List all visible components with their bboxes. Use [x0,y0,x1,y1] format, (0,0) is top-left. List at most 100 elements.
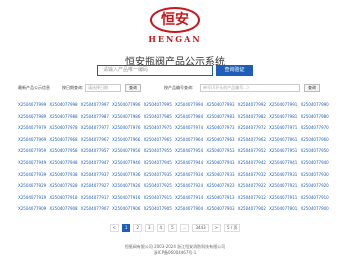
product-code-link[interactable]: X2504077936 [112,169,143,181]
product-code-link[interactable]: X2504077953 [206,145,237,157]
product-code-link[interactable]: X2504077990 [301,99,332,111]
product-code-link[interactable]: X2504077969 [18,134,49,146]
product-code-link[interactable]: X2504077957 [81,145,112,157]
product-code-link[interactable]: X2504077933 [206,169,237,181]
product-code-link[interactable]: X2504077946 [112,157,143,169]
product-code-link[interactable]: X2504077909 [18,203,49,215]
product-code-link[interactable]: X2504077915 [144,192,175,204]
product-code-link[interactable]: X2504077971 [269,122,300,134]
product-code-link[interactable]: X2504077949 [18,157,49,169]
product-code-link[interactable]: X2504077966 [112,134,143,146]
product-code-link[interactable]: X2504077908 [49,203,80,215]
product-code-link[interactable]: X2504077992 [238,99,269,111]
prev-page-button[interactable]: < [109,224,119,232]
product-code-link[interactable]: X2504077932 [238,169,269,181]
page-button[interactable]: 1 [121,224,131,232]
product-code-link[interactable]: X2504077926 [112,180,143,192]
product-code-link[interactable]: X2504077979 [18,122,49,134]
product-code-link[interactable]: X2504077921 [269,180,300,192]
product-code-link[interactable]: X2504077981 [269,111,300,123]
product-code-link[interactable]: X2504077943 [206,157,237,169]
product-code-link[interactable]: X2504077982 [238,111,269,123]
product-code-link[interactable]: X2504077994 [175,99,206,111]
product-code-link[interactable]: X2504077975 [144,122,175,134]
product-code-link[interactable]: X2504077914 [175,192,206,204]
product-code-link[interactable]: X2504077910 [301,192,332,204]
next-page-button[interactable]: > [211,224,222,232]
date-query-button[interactable]: 查询 [125,84,141,92]
product-code-link[interactable]: X2504077907 [81,203,112,215]
product-code-link[interactable]: X2504077923 [206,180,237,192]
page-button[interactable]: 3 [145,224,154,232]
product-code-link[interactable]: X2504077987 [81,111,112,123]
page-button[interactable]: 2 [133,224,142,232]
product-code-link[interactable]: X2504077961 [269,134,300,146]
product-code-link[interactable]: X2504077967 [81,134,112,146]
product-code-link[interactable]: X2504077911 [269,192,300,204]
product-code-link[interactable]: X2504077952 [238,145,269,157]
product-code-link[interactable]: X2504077903 [206,203,237,215]
product-code-link[interactable]: X2504077956 [112,145,143,157]
product-code-link[interactable]: X2504077995 [144,99,175,111]
product-code-link[interactable]: X2504077964 [175,134,206,146]
product-code-link[interactable]: X2504077985 [144,111,175,123]
product-code-link[interactable]: X2504077928 [49,180,80,192]
product-code-link[interactable]: X2504077991 [269,99,300,111]
product-code-link[interactable]: X2504077937 [81,169,112,181]
product-code-link[interactable]: X2504077918 [49,192,80,204]
product-code-link[interactable]: X2504077963 [206,134,237,146]
page-button[interactable]: 4 [156,224,166,232]
product-code-link[interactable]: X2504077941 [269,157,300,169]
number-input[interactable]: 单号(X开头的产品编号...) [200,84,300,92]
product-code-link[interactable]: X2504077939 [18,169,49,181]
product-code-link[interactable]: X2504077912 [238,192,269,204]
page-size-select[interactable]: 5 / 页 [224,224,241,232]
product-code-link[interactable]: X2504077958 [49,145,80,157]
product-code-link[interactable]: X2504077900 [301,203,332,215]
product-code-link[interactable]: X2504077947 [81,157,112,169]
product-code-link[interactable]: X2504077935 [144,169,175,181]
product-code-link[interactable]: X2504077938 [49,169,80,181]
product-code-link[interactable]: X2504077913 [206,192,237,204]
product-code-link[interactable]: X2504077998 [49,99,80,111]
product-code-link[interactable]: X2504077930 [301,169,332,181]
product-code-link[interactable]: X2504077980 [301,111,332,123]
product-code-link[interactable]: X2504077944 [175,157,206,169]
product-code-link[interactable]: X2504077997 [81,99,112,111]
product-code-link[interactable]: X2504077925 [144,180,175,192]
product-code-link[interactable]: X2504077965 [144,134,175,146]
product-code-link[interactable]: X2504077905 [144,203,175,215]
product-code-link[interactable]: X2504077934 [175,169,206,181]
product-code-link[interactable]: X2504077927 [81,180,112,192]
product-code-link[interactable]: X2504077955 [144,145,175,157]
product-code-link[interactable]: X2504077993 [206,99,237,111]
product-code-link[interactable]: X2504077931 [269,169,300,181]
product-code-link[interactable]: X2504077922 [238,180,269,192]
product-code-link[interactable]: X2504077950 [301,145,332,157]
product-code-link[interactable]: X2504077940 [301,157,332,169]
product-code-link[interactable]: X2504077929 [18,180,49,192]
product-code-link[interactable]: X2504077916 [112,192,143,204]
page-button[interactable]: 5 [168,224,177,232]
product-code-link[interactable]: X2504077968 [49,134,80,146]
product-code-link[interactable]: X2504077954 [175,145,206,157]
product-code-link[interactable]: X2504077920 [301,180,332,192]
page-button[interactable]: ... [179,224,190,232]
product-code-link[interactable]: X2504077962 [238,134,269,146]
product-code-link[interactable]: X2504077919 [18,192,49,204]
number-query-button[interactable]: 查询 [304,84,320,92]
product-code-link[interactable]: X2504077988 [49,111,80,123]
product-code-link[interactable]: X2504077948 [49,157,80,169]
search-input[interactable]: 请输入产品唯一编码 [97,65,213,76]
product-code-link[interactable]: X2504077917 [81,192,112,204]
product-code-link[interactable]: X2504077986 [112,111,143,123]
product-code-link[interactable]: X2504077924 [175,180,206,192]
product-code-link[interactable]: X2504077983 [206,111,237,123]
product-code-link[interactable]: X2504077989 [18,111,49,123]
product-code-link[interactable]: X2504077960 [301,134,332,146]
product-code-link[interactable]: X2504077978 [49,122,80,134]
product-code-link[interactable]: X2504077974 [175,122,206,134]
product-code-link[interactable]: X2504077959 [18,145,49,157]
product-code-link[interactable]: X2504077984 [175,111,206,123]
product-code-link[interactable]: X2504077904 [175,203,206,215]
